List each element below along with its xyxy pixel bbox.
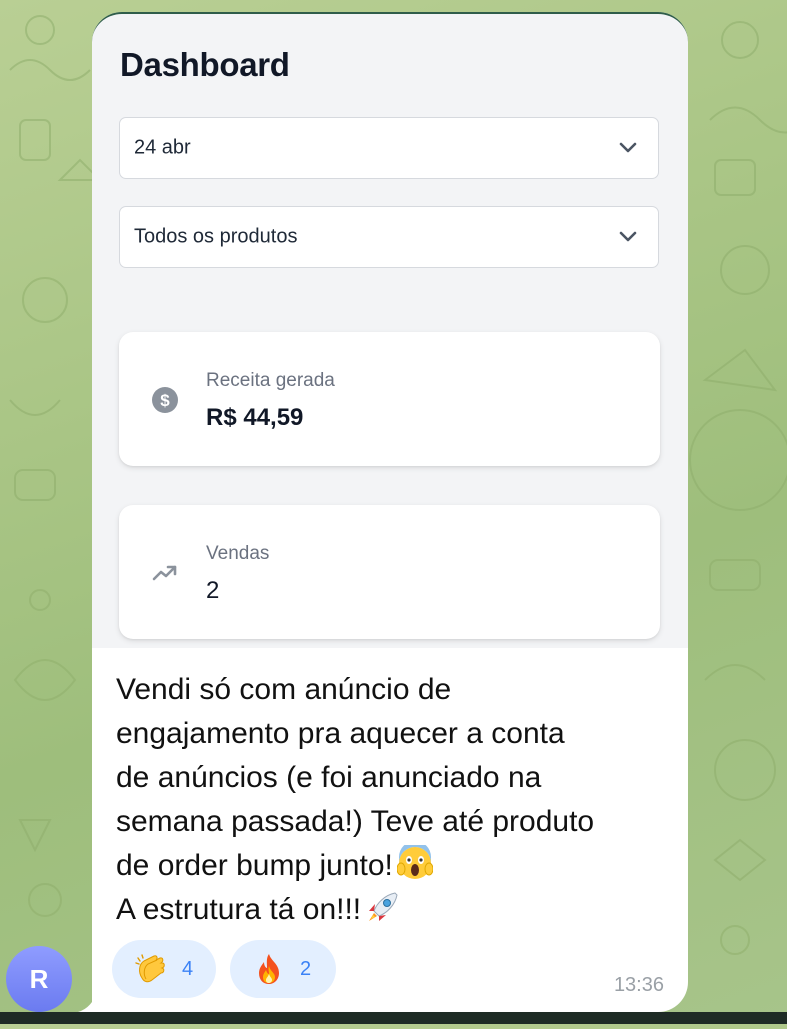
page-title: Dashboard (120, 46, 290, 83)
product-select[interactable]: Todos os produtos (119, 206, 659, 268)
scream-face-emoji (396, 845, 433, 879)
date-select-value: 24 abr (134, 136, 191, 159)
message-timestamp: 13:36 (613, 974, 664, 996)
chevron-down-icon (619, 142, 637, 153)
sales-value: 2 (206, 577, 220, 604)
sales-label: Vendas (206, 543, 270, 564)
chevron-down-icon (619, 231, 637, 242)
sales-card: Vendas 2 (119, 505, 660, 639)
message-line-with-emoji: A estrutura tá on!!! (116, 888, 676, 932)
message-line: A estrutura tá on!!! (116, 893, 362, 926)
revenue-value: R$ 44,59 (206, 404, 304, 431)
rocket-emoji (369, 892, 398, 921)
dollar-circle-icon: $ (152, 387, 178, 413)
message-bubble[interactable]: Dashboard 24 abr Todos os produtos $ Rec… (78, 12, 688, 1012)
bottom-bar (0, 1012, 787, 1024)
product-select-value: Todos os produtos (134, 225, 298, 248)
message-line: Vendi só com anúncio de (116, 673, 452, 706)
screenshot-media[interactable]: Dashboard 24 abr Todos os produtos $ Rec… (92, 12, 688, 648)
message-line: de anúncios (e foi anunciado na (116, 761, 542, 794)
date-select[interactable]: 24 abr (119, 117, 659, 179)
message-line-with-emoji: de order bump junto! (116, 844, 676, 888)
bubble-tail (78, 990, 98, 1012)
revenue-label: Receita gerada (206, 370, 335, 391)
reaction-clap[interactable]: 4 (112, 940, 216, 998)
fire-emoji (259, 954, 279, 984)
message-line: semana passada!) Teve até produto (116, 805, 595, 838)
message-line: engajamento pra aquecer a conta (116, 717, 565, 750)
reaction-count: 4 (182, 957, 194, 980)
avatar-initial: R (29, 963, 49, 994)
message-text: Vendi só com anúncio de engajamento pra … (116, 668, 676, 932)
reaction-fire[interactable]: 2 (230, 940, 336, 998)
clap-emoji (135, 954, 165, 983)
svg-text:$: $ (160, 391, 170, 410)
sender-avatar[interactable]: R (6, 946, 72, 1012)
trending-up-icon (152, 565, 177, 581)
reaction-count: 2 (300, 957, 312, 980)
revenue-card: $ Receita gerada R$ 44,59 (119, 332, 660, 466)
message-line: de order bump junto! (116, 849, 393, 882)
